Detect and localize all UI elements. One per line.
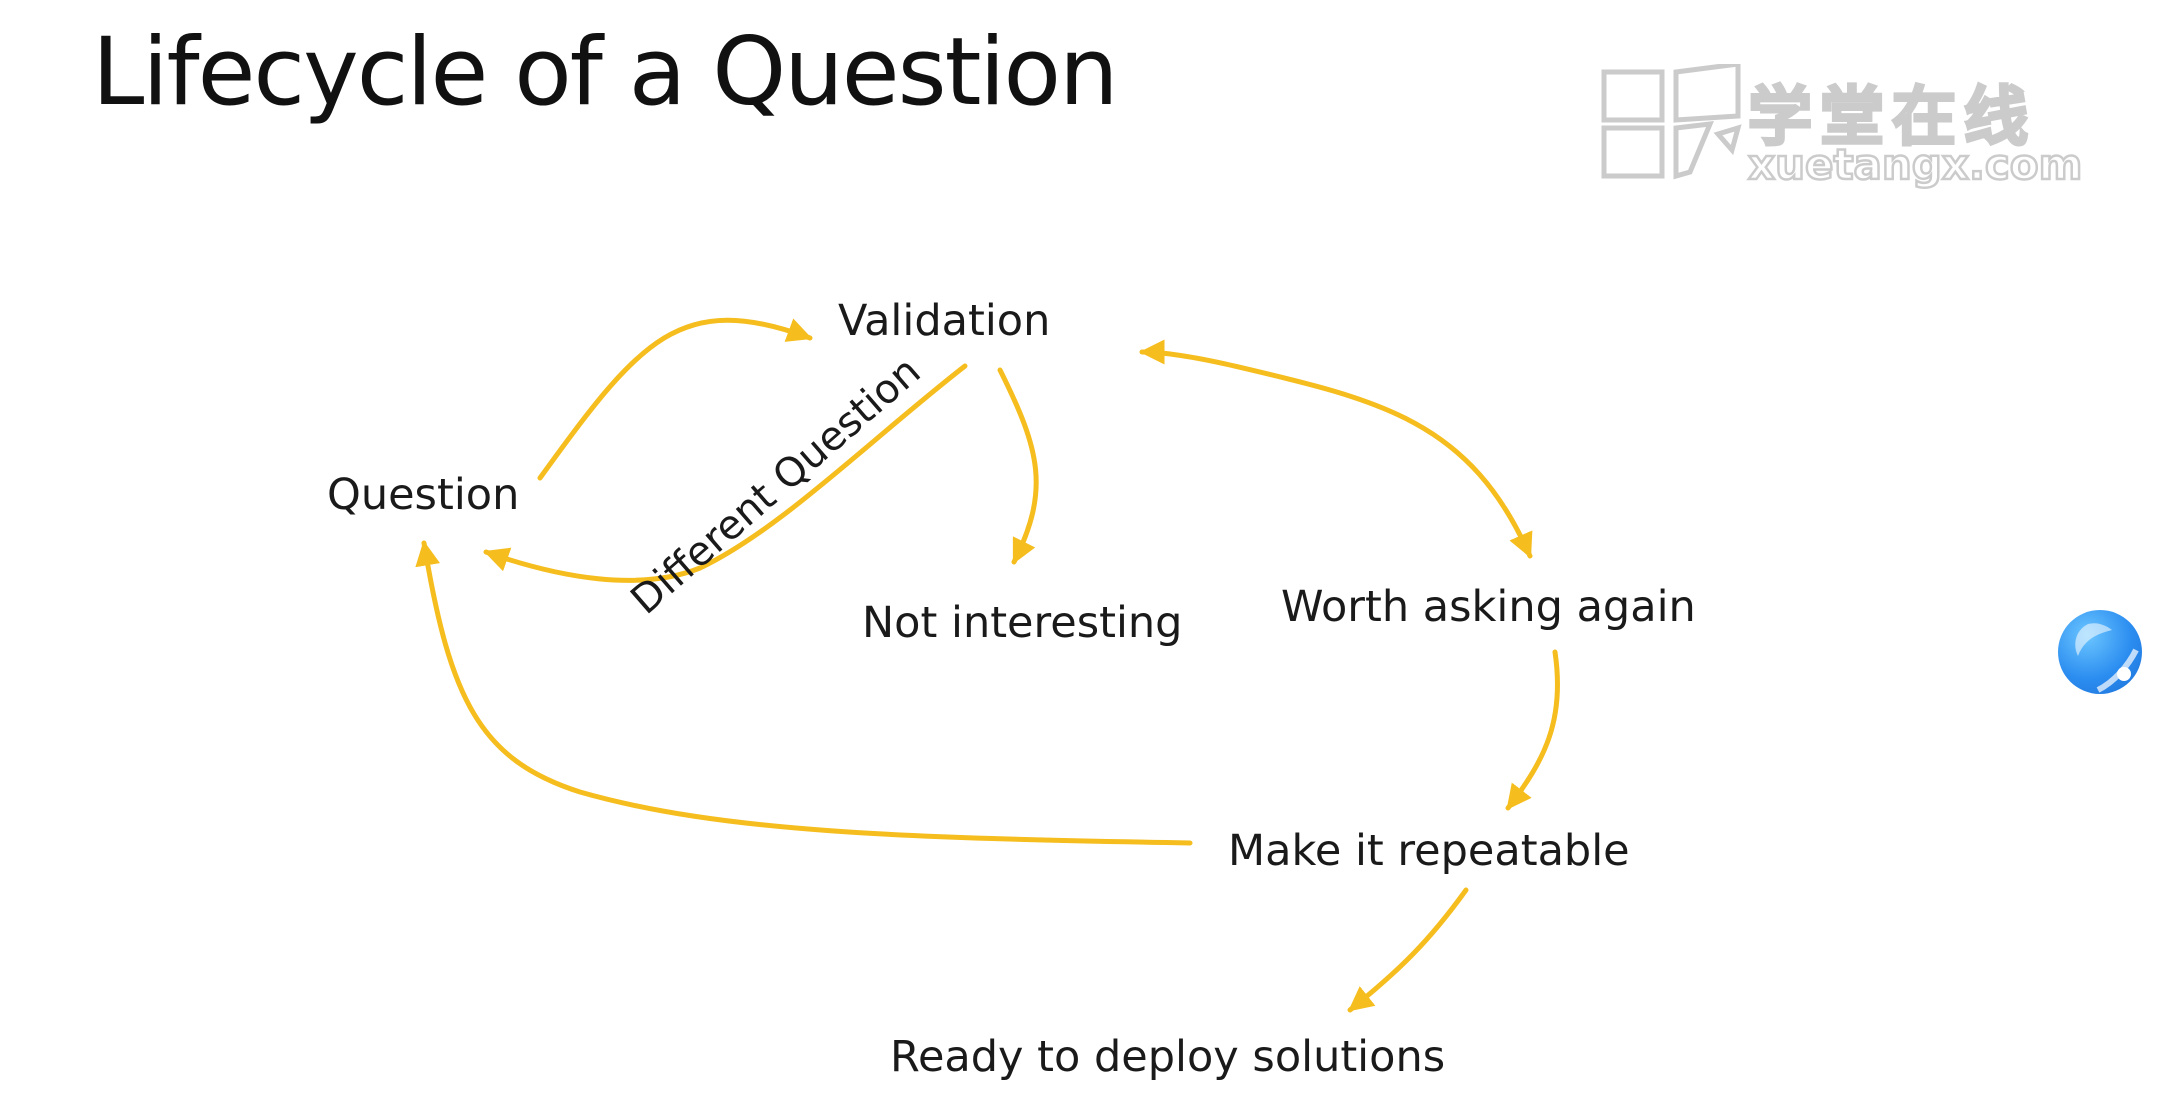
arrow-repeatable-to-question <box>415 540 1193 846</box>
assistant-bubble-icon[interactable] <box>2058 610 2142 694</box>
node-not-interesting: Not interesting <box>862 598 1183 648</box>
arrow-repeatable-to-ready <box>1347 887 1469 1013</box>
slide: Lifecycle of a Question 学堂在线 xuetangx.co… <box>0 0 2160 1116</box>
node-ready-to-deploy: Ready to deploy solutions <box>890 1032 1446 1082</box>
node-worth-asking-again: Worth asking again <box>1281 582 1696 632</box>
arrow-question-to-validation <box>537 317 813 481</box>
node-make-it-repeatable: Make it repeatable <box>1228 826 1630 876</box>
arrow-validation-worth-asking <box>1139 339 1533 559</box>
arrow-validation-to-not-interesting <box>997 367 1039 565</box>
flow-arrows: Different Question <box>415 317 1560 1013</box>
arrow-worth-asking-to-repeatable <box>1505 649 1560 811</box>
node-question: Question <box>327 470 520 520</box>
edge-label-different-question: Different Question <box>622 348 929 623</box>
node-validation: Validation <box>838 296 1051 346</box>
